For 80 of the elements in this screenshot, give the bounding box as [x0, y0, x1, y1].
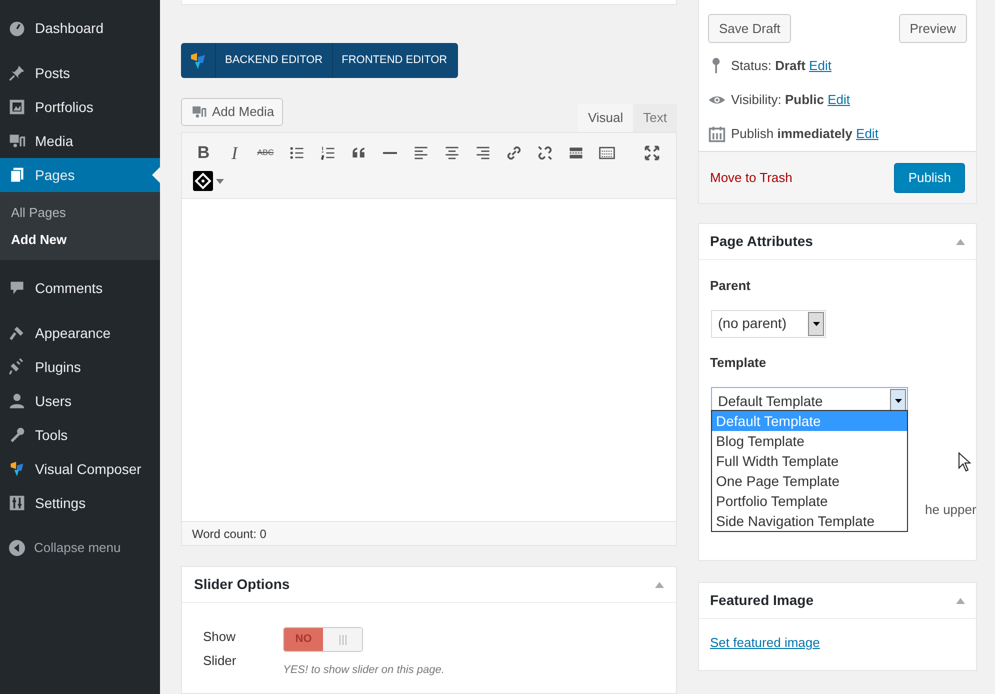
caret-icon: [216, 178, 224, 184]
word-count: Word count: 0: [181, 521, 677, 546]
calendar-icon: [708, 125, 726, 143]
bullet-list-icon: [288, 144, 306, 162]
media-icon: [8, 132, 26, 150]
field-label: Show Slider: [203, 628, 238, 670]
submenu-item[interactable]: Add New: [0, 226, 160, 253]
dropdown-option[interactable]: Portfolio Template: [712, 491, 907, 511]
editor-mode-button[interactable]: BACKEND EDITOR: [215, 43, 332, 78]
toolbar-button[interactable]: ABC: [250, 139, 281, 167]
menu-item[interactable]: Plugins: [0, 350, 160, 384]
edit-link[interactable]: Edit: [856, 126, 878, 142]
menu-item[interactable]: Portfolios: [0, 90, 160, 124]
add-media-button[interactable]: Add Media: [181, 98, 284, 126]
collapse-icon: [9, 540, 25, 556]
media-icon: [190, 104, 208, 120]
pages-icon: [8, 166, 26, 184]
dropdown-option[interactable]: Side Navigation Template: [712, 511, 907, 531]
fullscreen-icon: [642, 144, 660, 162]
align-center-icon: [442, 144, 460, 162]
speech-bubble-icon: [8, 279, 26, 297]
toolbar-button[interactable]: I: [219, 139, 250, 167]
link-icon: [504, 144, 522, 162]
dropdown-option[interactable]: Full Width Template: [712, 451, 907, 471]
menu-item[interactable]: Dashboard: [0, 11, 160, 45]
numbered-list-icon: [318, 144, 336, 162]
help-text: he upper: [925, 501, 976, 519]
unlink-icon: [536, 144, 554, 162]
publish-setting-text: Publish immediately Edit: [731, 125, 878, 144]
dashboard-icon: [8, 19, 26, 37]
box-title: Slider Options: [194, 575, 290, 594]
shortcode-icon: [192, 171, 212, 191]
set-featured-image-link[interactable]: Set featured image: [710, 633, 820, 652]
menu-item[interactable]: Comments: [0, 271, 160, 305]
field-label: Parent: [709, 277, 752, 295]
wrench-icon: [8, 426, 26, 444]
editor-tab[interactable]: Text: [633, 104, 677, 132]
move-to-trash-link[interactable]: Move to Trash: [710, 168, 792, 188]
publish-button[interactable]: Publish: [894, 162, 965, 192]
composer-logo-icon: [191, 52, 205, 68]
menu-item[interactable]: Tools: [0, 418, 160, 452]
keyboard-icon: [598, 144, 616, 162]
menu-item[interactable]: Media: [0, 124, 160, 158]
sliders-icon: [8, 494, 26, 512]
toolbar-button[interactable]: B: [188, 139, 219, 167]
user-icon: [8, 392, 26, 410]
menu-item[interactable]: Pages: [0, 158, 160, 192]
menu-item[interactable]: Appearance: [0, 316, 160, 350]
plug-icon: [8, 358, 26, 376]
grip-icon: [338, 634, 346, 644]
horizontal-line-icon: [382, 152, 396, 154]
menu-item[interactable]: Settings: [0, 486, 160, 520]
save-draft-button[interactable]: Save Draft: [708, 14, 792, 43]
brush-icon: [8, 324, 26, 342]
publish-setting-text: Visibility: Public Edit: [731, 91, 850, 110]
edit-link[interactable]: Edit: [809, 58, 832, 74]
dropdown-option[interactable]: Blog Template: [712, 431, 907, 451]
dropdown-option[interactable]: One Page Template: [712, 471, 907, 491]
menu-item[interactable]: Users: [0, 384, 160, 418]
align-left-icon: [412, 144, 430, 162]
mouse-pointer-icon: [958, 452, 971, 472]
field-label: Template: [709, 354, 768, 372]
submenu-item[interactable]: All Pages: [0, 199, 160, 226]
collapse-menu-button[interactable]: Collapse menu: [0, 531, 160, 565]
menu-item[interactable]: Posts: [0, 56, 160, 90]
cube-icon: [8, 460, 26, 478]
box-title: Featured Image: [710, 591, 814, 610]
align-right-icon: [474, 144, 492, 162]
box-title: Page Attributes: [710, 232, 813, 251]
publish-setting-text: Status: Draft Edit: [731, 57, 832, 76]
help-text: YES! to show slider on this page.: [283, 663, 444, 678]
editor-mode-button[interactable]: FRONTEND EDITOR: [332, 43, 456, 78]
editor-tab[interactable]: Visual: [578, 104, 634, 132]
current-arrow-icon: [152, 167, 160, 183]
gallery-icon: [8, 98, 26, 116]
edit-link[interactable]: Edit: [828, 92, 850, 108]
parent-select[interactable]: (no parent): [711, 310, 826, 338]
menu-item[interactable]: Visual Composer: [0, 452, 160, 486]
preview-button[interactable]: Preview: [898, 14, 967, 43]
pin-icon: [8, 64, 26, 82]
